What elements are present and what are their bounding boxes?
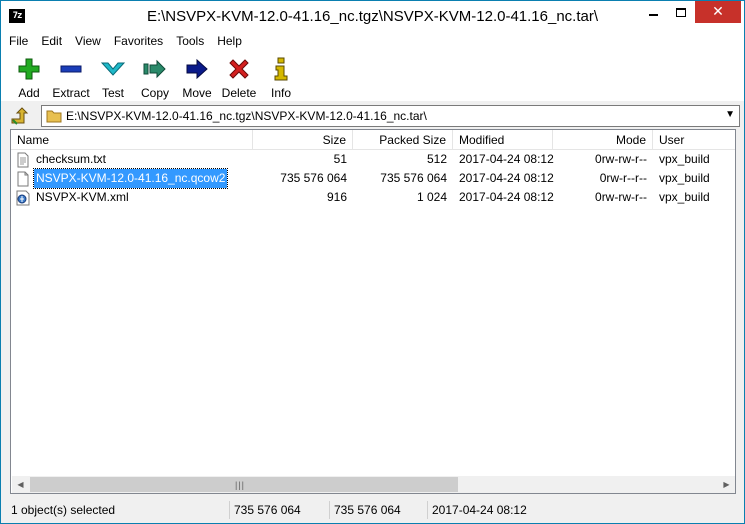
delete-x-icon bbox=[229, 59, 249, 79]
size-cell: 51 bbox=[333, 152, 347, 166]
file-name: NSVPX-KVM.xml bbox=[36, 190, 129, 204]
menu-tools[interactable]: Tools bbox=[176, 34, 204, 48]
minimize-icon bbox=[649, 14, 658, 16]
packed-size-cell: 735 576 064 bbox=[380, 171, 447, 185]
test-label: Test bbox=[101, 86, 124, 100]
minus-icon bbox=[60, 65, 82, 73]
table-row[interactable]: NSVPX-KVM.xml 916 1 024 2017-04-24 08:12… bbox=[11, 188, 735, 207]
text-file-icon bbox=[17, 152, 29, 167]
toolbar: Add Extract Test Copy Move Delete Info bbox=[1, 51, 744, 101]
info-label: Info bbox=[270, 86, 291, 100]
status-size: 735 576 064 bbox=[229, 501, 329, 519]
info-button[interactable]: Info bbox=[259, 57, 303, 100]
path-text: E:\NSVPX-KVM-12.0-41.16_nc.tgz\NSVPX-KVM… bbox=[66, 109, 427, 123]
file-list[interactable]: Name Size Packed Size Modified Mode User… bbox=[10, 129, 736, 494]
grip-icon: ||| bbox=[235, 480, 246, 490]
check-icon bbox=[101, 62, 125, 76]
status-packed-size: 735 576 064 bbox=[329, 501, 427, 519]
size-cell: 916 bbox=[326, 190, 347, 204]
column-modified[interactable]: Modified bbox=[453, 130, 553, 150]
file-icon bbox=[17, 171, 29, 186]
file-name: NSVPX-KVM-12.0-41.16_nc.qcow2 bbox=[32, 168, 229, 189]
extract-label: Extract bbox=[52, 86, 90, 100]
path-combobox[interactable]: E:\NSVPX-KVM-12.0-41.16_nc.tgz\NSVPX-KVM… bbox=[41, 105, 740, 127]
close-button[interactable]: ✕ bbox=[695, 1, 741, 23]
modified-cell: 2017-04-24 08:12 bbox=[459, 152, 554, 166]
scrollbar-thumb[interactable]: ||| bbox=[30, 477, 458, 492]
maximize-icon bbox=[675, 7, 686, 17]
mode-cell: 0rw-rw-r-- bbox=[595, 190, 647, 204]
column-name[interactable]: Name bbox=[11, 130, 253, 150]
add-label: Add bbox=[18, 86, 40, 100]
plus-icon bbox=[18, 58, 40, 80]
move-label: Move bbox=[182, 86, 212, 100]
modified-cell: 2017-04-24 08:12 bbox=[459, 190, 554, 204]
app-window: 7z E:\NSVPX-KVM-12.0-41.16_nc.tgz\NSVPX-… bbox=[0, 0, 745, 524]
title-bar[interactable]: 7z E:\NSVPX-KVM-12.0-41.16_nc.tgz\NSVPX-… bbox=[1, 1, 744, 31]
user-cell: vpx_build bbox=[659, 190, 710, 204]
extract-button[interactable]: Extract bbox=[49, 57, 93, 100]
copy-label: Copy bbox=[140, 86, 169, 100]
name-cell: NSVPX-KVM-12.0-41.16_nc.qcow2 bbox=[15, 168, 251, 189]
column-user[interactable]: User bbox=[653, 130, 735, 150]
list-header: Name Size Packed Size Modified Mode User bbox=[11, 130, 735, 150]
mode-cell: 0rw-r--r-- bbox=[599, 171, 647, 185]
scroll-right-icon[interactable]: ▶ bbox=[718, 476, 735, 493]
address-bar: E:\NSVPX-KVM-12.0-41.16_nc.tgz\NSVPX-KVM… bbox=[1, 104, 744, 128]
status-bar: 1 object(s) selected 735 576 064 735 576… bbox=[1, 496, 744, 523]
menu-view[interactable]: View bbox=[75, 34, 101, 48]
column-size[interactable]: Size bbox=[253, 130, 353, 150]
packed-size-cell: 1 024 bbox=[416, 190, 447, 204]
folder-icon bbox=[46, 110, 62, 123]
menu-help[interactable]: Help bbox=[217, 34, 242, 48]
scroll-left-icon[interactable]: ◀ bbox=[12, 476, 29, 493]
menu-favorites[interactable]: Favorites bbox=[114, 34, 163, 48]
menu-file[interactable]: File bbox=[9, 34, 28, 48]
xml-file-icon bbox=[16, 190, 30, 205]
delete-button[interactable]: Delete bbox=[217, 57, 261, 100]
status-modified: 2017-04-24 08:12 bbox=[427, 501, 557, 519]
table-row[interactable]: checksum.txt 51 512 2017-04-24 08:12 0rw… bbox=[11, 150, 735, 169]
size-cell: 735 576 064 bbox=[280, 171, 347, 185]
move-arrow-icon bbox=[186, 58, 208, 80]
modified-cell: 2017-04-24 08:12 bbox=[459, 171, 554, 185]
chevron-down-icon[interactable]: ▼ bbox=[725, 109, 735, 120]
horizontal-scrollbar[interactable]: ◀ ||| ▶ bbox=[12, 476, 735, 493]
mode-cell: 0rw-rw-r-- bbox=[595, 152, 647, 166]
column-mode[interactable]: Mode bbox=[553, 130, 653, 150]
user-cell: vpx_build bbox=[659, 152, 710, 166]
packed-size-cell: 512 bbox=[426, 152, 447, 166]
info-icon bbox=[274, 57, 288, 81]
up-folder-icon[interactable] bbox=[9, 106, 29, 126]
window-title: E:\NSVPX-KVM-12.0-41.16_nc.tgz\NSVPX-KVM… bbox=[146, 8, 599, 25]
move-button[interactable]: Move bbox=[175, 57, 219, 100]
copy-arrow-icon bbox=[143, 59, 166, 79]
status-selected: 1 object(s) selected bbox=[11, 503, 116, 517]
copy-button[interactable]: Copy bbox=[133, 57, 177, 100]
user-cell: vpx_build bbox=[659, 171, 710, 185]
table-row[interactable]: NSVPX-KVM-12.0-41.16_nc.qcow2 735 576 06… bbox=[11, 168, 735, 189]
close-icon: ✕ bbox=[712, 4, 724, 20]
menu-bar: File Edit View Favorites Tools Help bbox=[1, 31, 744, 51]
maximize-button[interactable] bbox=[667, 1, 694, 23]
test-button[interactable]: Test bbox=[91, 57, 135, 100]
add-button[interactable]: Add bbox=[7, 57, 51, 100]
menu-edit[interactable]: Edit bbox=[41, 34, 62, 48]
delete-label: Delete bbox=[221, 86, 257, 100]
file-name: checksum.txt bbox=[36, 152, 107, 166]
minimize-button[interactable] bbox=[640, 1, 667, 23]
name-cell: NSVPX-KVM.xml bbox=[15, 188, 251, 207]
column-packed-size[interactable]: Packed Size bbox=[353, 130, 453, 150]
name-cell: checksum.txt bbox=[15, 150, 251, 169]
